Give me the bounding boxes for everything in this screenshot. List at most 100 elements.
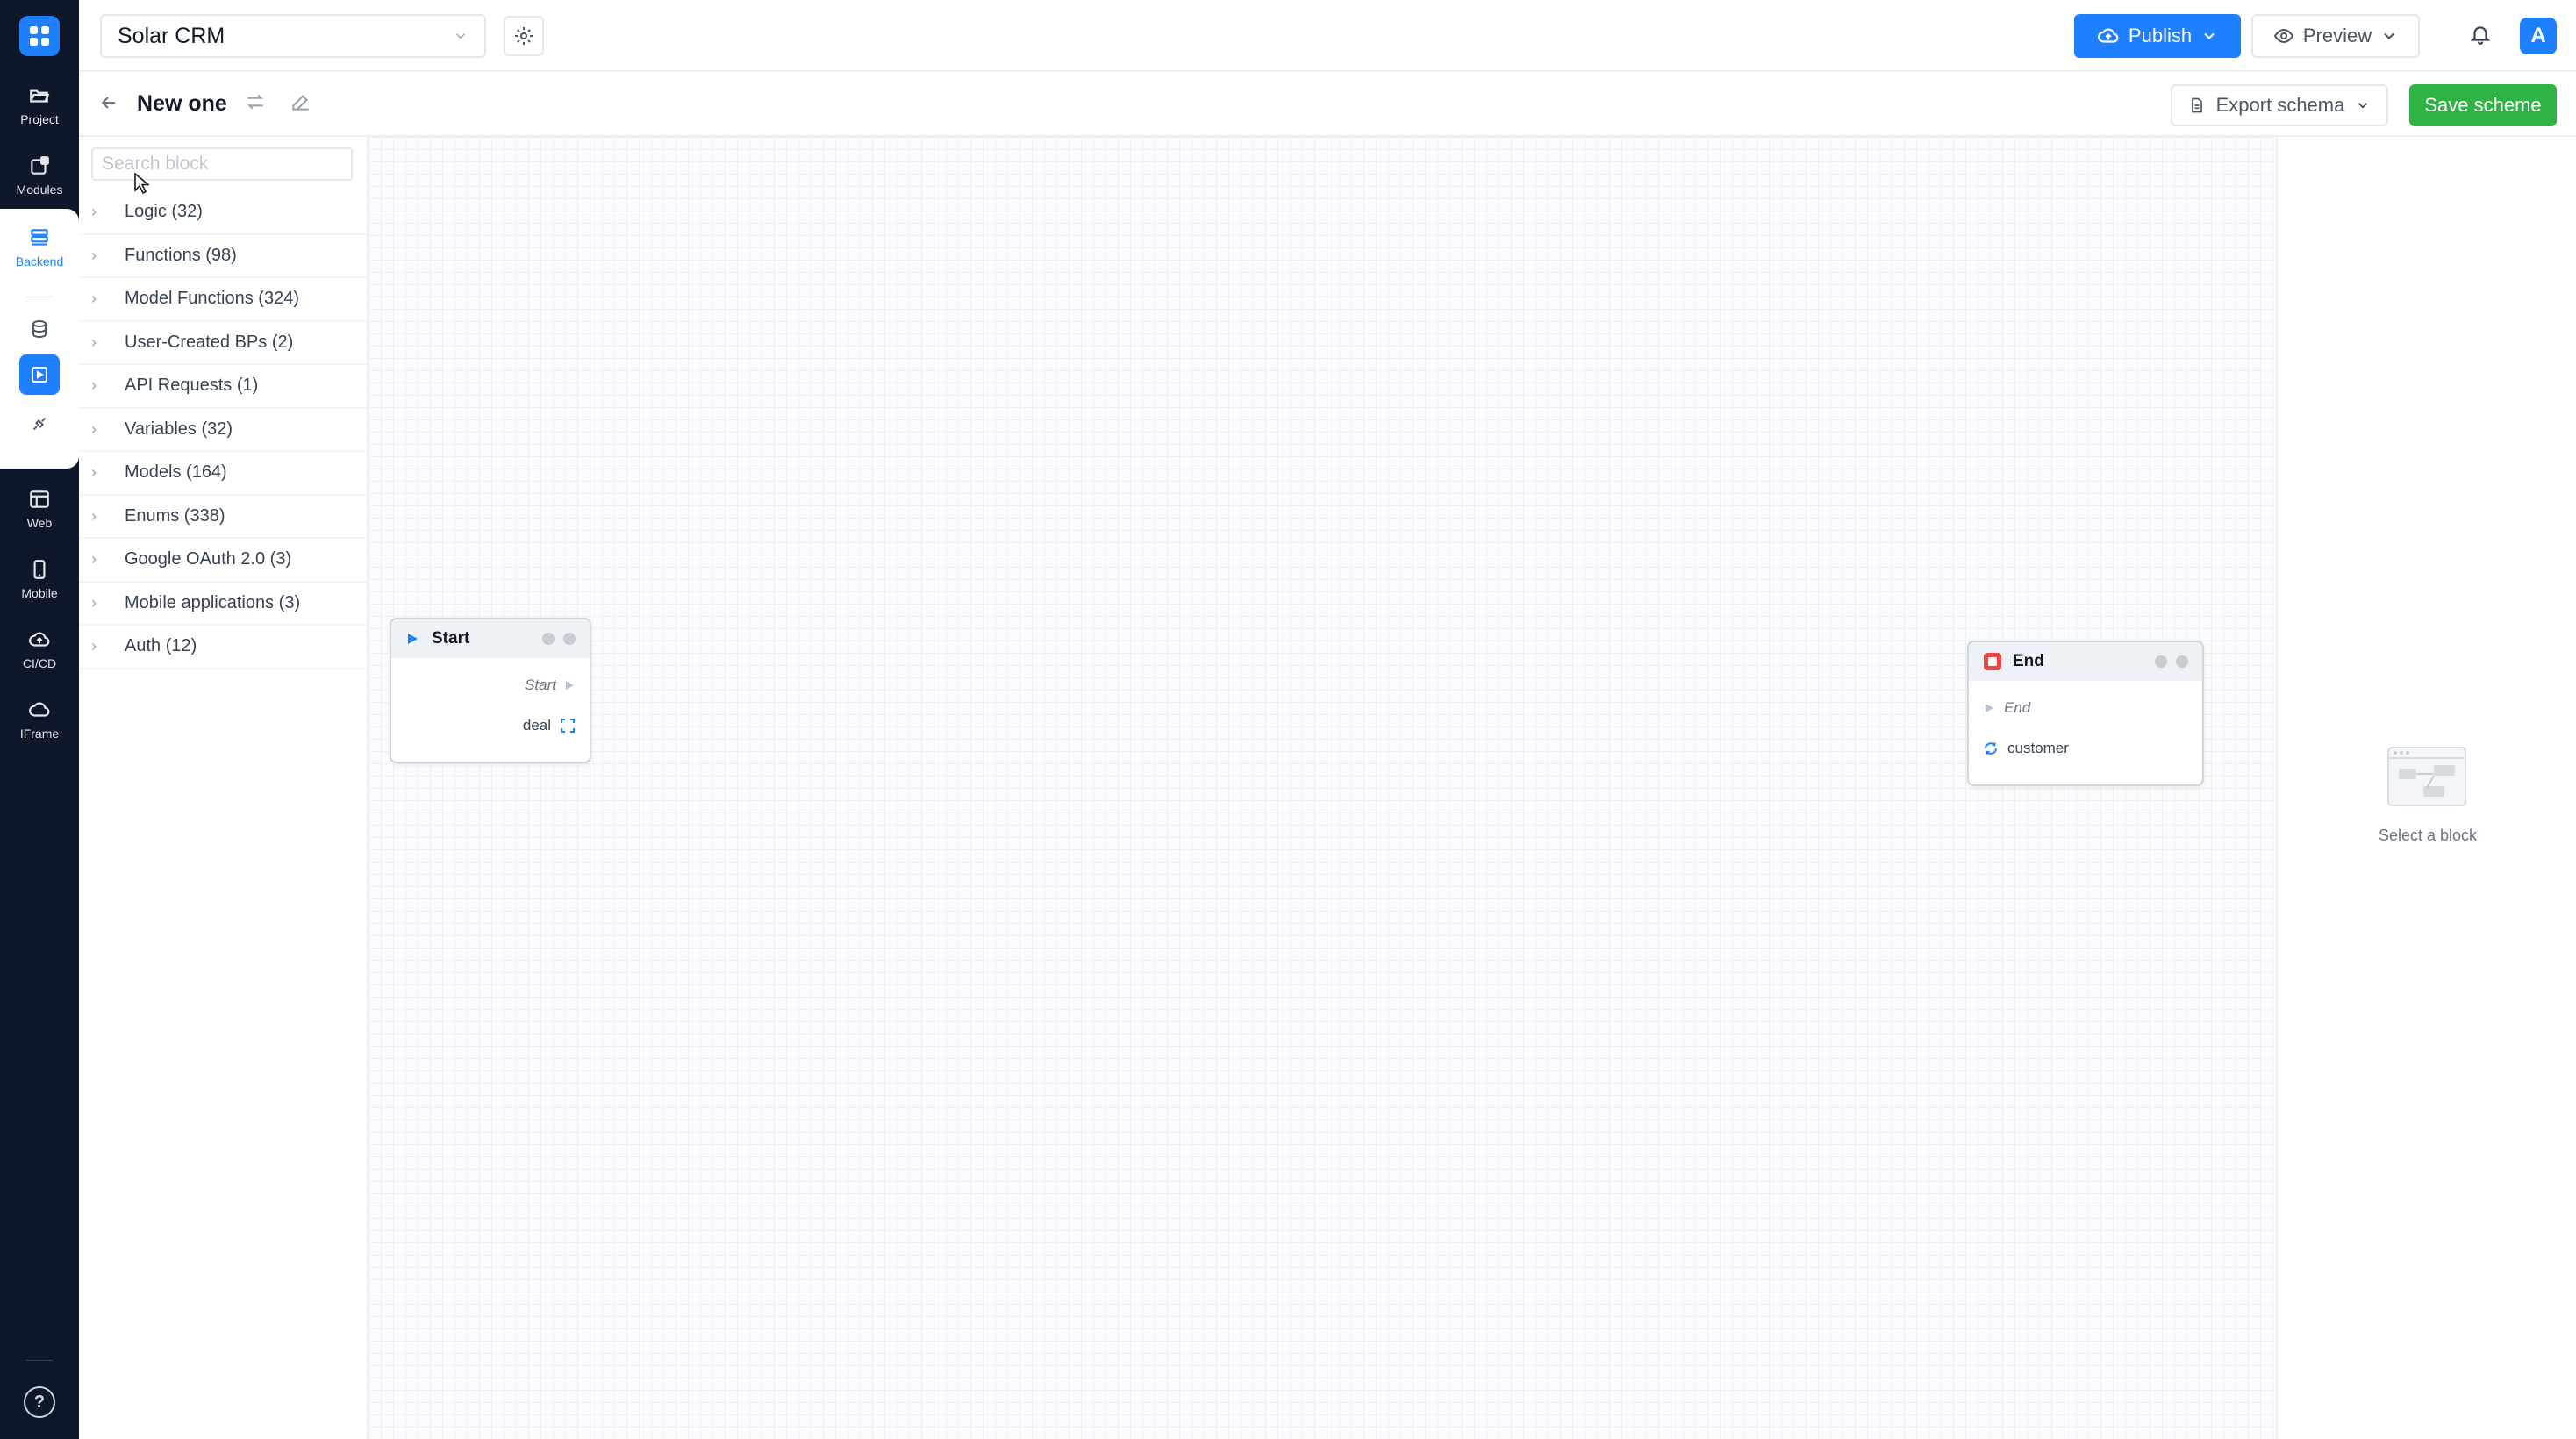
- folder-open-icon: [30, 89, 50, 103]
- category-item[interactable]: › Mobile applications (3): [79, 583, 369, 626]
- chevron-right-icon: ›: [91, 550, 97, 569]
- chevron-right-icon: ›: [91, 376, 97, 395]
- rail-item-label: Modules: [16, 183, 63, 197]
- chevron-right-icon: ›: [91, 333, 97, 351]
- flow-port-icon[interactable]: [563, 679, 576, 691]
- comment-icon[interactable]: [2176, 655, 2188, 668]
- gear-icon: [515, 27, 533, 45]
- chevron-right-icon: ›: [91, 637, 97, 655]
- save-scheme-button[interactable]: Save scheme: [2409, 84, 2557, 126]
- arrow-left-icon: [101, 97, 115, 109]
- info-icon[interactable]: [542, 633, 555, 645]
- export-label: Export schema: [2215, 94, 2345, 116]
- rail-item-web[interactable]: Web: [0, 488, 79, 530]
- category-item[interactable]: › Model Functions (324): [79, 278, 369, 322]
- project-settings-button[interactable]: [504, 16, 544, 56]
- refresh-port-icon[interactable]: [1983, 741, 1999, 756]
- cloud-upload-icon: [2098, 28, 2119, 43]
- preview-label: Preview: [2302, 25, 2372, 47]
- rail-item-modules[interactable]: Modules: [0, 154, 79, 197]
- node-header[interactable]: End: [1969, 642, 2202, 681]
- browser-icon: [30, 490, 49, 508]
- cloud-upload-icon: [29, 632, 50, 647]
- rail-item-label: Backend: [15, 254, 64, 268]
- rail-sub-integrations[interactable]: [19, 404, 60, 444]
- edit-icon: [292, 94, 309, 111]
- chevron-right-icon: ›: [91, 419, 97, 438]
- rail-item-project[interactable]: Project: [0, 84, 79, 126]
- avatar[interactable]: A: [2520, 18, 2557, 54]
- empty-state-text: Select a block: [2378, 827, 2478, 844]
- page-title: New one: [137, 91, 227, 116]
- plug-icon: [32, 417, 47, 431]
- start-node[interactable]: Start Start deal: [390, 618, 591, 763]
- node-flow-input: End: [1969, 688, 2202, 728]
- category-item[interactable]: › User-Created BPs (2): [79, 322, 369, 365]
- rail-item-mobile[interactable]: Mobile: [0, 558, 79, 600]
- category-item[interactable]: › Variables (32): [79, 409, 369, 452]
- rail-item-iframe[interactable]: IFrame: [0, 698, 79, 741]
- edit-button[interactable]: [290, 89, 312, 118]
- rail-item-label: Web: [26, 516, 53, 530]
- project-select[interactable]: Solar CRM: [100, 14, 486, 58]
- project-name: Solar CRM: [118, 23, 225, 48]
- publish-label: Publish: [2128, 25, 2193, 47]
- block-panel: › Logic (32) › Functions (98) › Model Funct…: [79, 137, 369, 1439]
- category-item[interactable]: › Logic (32): [79, 191, 369, 235]
- chevron-right-icon: ›: [91, 246, 97, 264]
- category-label: Model Functions (324): [125, 289, 299, 309]
- mouse-cursor-icon: [134, 172, 149, 195]
- chevron-down-icon: [2384, 32, 2394, 39]
- app-logo[interactable]: [19, 16, 60, 56]
- scheme-header: New one Export schema Save scheme: [79, 72, 2576, 137]
- flow-port-icon[interactable]: [1983, 702, 1995, 714]
- flow-input-label: End: [2004, 699, 2031, 716]
- stop-icon: [1984, 653, 2001, 670]
- play-icon: [408, 634, 418, 644]
- eye-icon: [2273, 28, 2294, 44]
- rail-item-label: Mobile: [21, 586, 58, 600]
- search-input[interactable]: [91, 147, 353, 181]
- chevron-right-icon: ›: [91, 203, 97, 221]
- category-label: Models (164): [125, 462, 227, 483]
- preview-button[interactable]: Preview: [2251, 14, 2420, 58]
- comment-icon[interactable]: [563, 633, 576, 645]
- notifications-button[interactable]: [2469, 21, 2492, 52]
- mobile-icon: [33, 560, 46, 579]
- node-flow-output: Start: [391, 665, 590, 705]
- node-header[interactable]: Start: [391, 619, 590, 658]
- rail-sub-database[interactable]: [19, 309, 60, 349]
- category-list: › Logic (32) › Functions (98) › Model Funct…: [79, 191, 369, 669]
- rail-item-cicd[interactable]: CI/CD: [0, 628, 79, 670]
- category-item[interactable]: › API Requests (1): [79, 365, 369, 409]
- chevron-right-icon: ›: [91, 593, 97, 612]
- grid-logo-icon: [30, 26, 49, 46]
- param-label: customer: [2007, 740, 2069, 756]
- chevron-right-icon: ›: [91, 290, 97, 308]
- publish-button[interactable]: Publish: [2074, 14, 2241, 58]
- category-item[interactable]: › Enums (338): [79, 496, 369, 539]
- rail-item-label: Project: [20, 112, 59, 126]
- rail-item-backend[interactable]: Backend: [0, 226, 79, 268]
- node-param-input: customer: [1969, 728, 2202, 769]
- export-schema-button[interactable]: Export schema: [2171, 84, 2388, 126]
- swap-button[interactable]: [244, 89, 267, 118]
- category-item[interactable]: › Functions (98): [79, 235, 369, 278]
- top-bar: Solar CRM Publish Preview A: [79, 0, 2576, 72]
- modules-icon: [31, 156, 49, 175]
- category-item[interactable]: › Models (164): [79, 452, 369, 496]
- schema-placeholder-icon: [2387, 747, 2466, 806]
- flow-output-label: Start: [525, 677, 556, 693]
- end-node[interactable]: End End customer: [1967, 641, 2204, 786]
- category-item[interactable]: › Auth (12): [79, 626, 369, 669]
- back-button[interactable]: [98, 91, 119, 118]
- info-icon[interactable]: [2155, 655, 2167, 668]
- help-icon[interactable]: ?: [24, 1386, 55, 1418]
- backend-group: Backend: [0, 209, 79, 469]
- category-label: User-Created BPs (2): [125, 332, 294, 352]
- object-port-icon[interactable]: [560, 718, 576, 734]
- category-item[interactable]: › Google OAuth 2.0 (3): [79, 539, 369, 583]
- server-icon: [31, 229, 48, 246]
- flow-canvas[interactable]: Start Start deal End End customer: [369, 137, 2276, 1439]
- rail-sub-business-processes[interactable]: [19, 354, 60, 395]
